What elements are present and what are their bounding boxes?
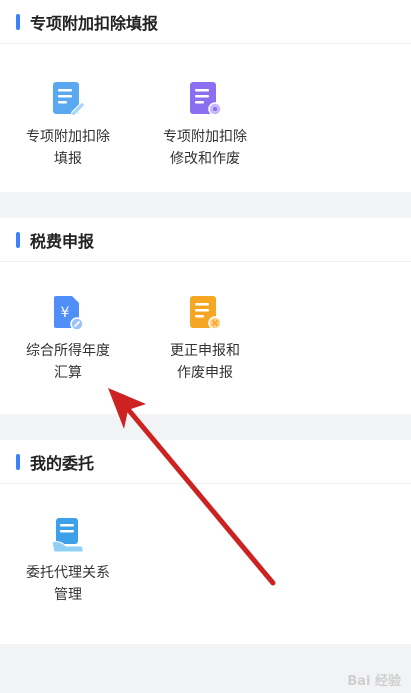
item-label-line1: 更正申报和	[170, 343, 240, 359]
special-deduction-fill-button[interactable]: 专项附加扣除 填报	[3, 80, 133, 170]
yuan-document-icon: ¥	[54, 296, 84, 331]
section-title: 专项附加扣除填报	[30, 13, 159, 33]
section-special-deduction: 专项附加扣除填报 专项附加扣除 填报 专项附加扣除 修改和作废	[0, 0, 411, 192]
section-accent-bar	[16, 13, 20, 30]
document-cancel-icon	[190, 296, 222, 330]
item-label-line1: 综合所得年度	[26, 343, 110, 359]
item-label-line2: 填报	[54, 151, 82, 167]
svg-text:¥: ¥	[61, 305, 70, 321]
item-label-line1: 专项附加扣除	[26, 129, 110, 145]
section-header: 专项附加扣除填报	[0, 0, 411, 44]
agency-relation-management-button[interactable]: 委托代理关系 管理	[3, 516, 133, 606]
item-label-line1: 委托代理关系	[26, 565, 110, 581]
section-tax-declaration: 税费申报 ¥ 综合所得年度 汇算 更正申报和 作废申报	[0, 218, 411, 414]
item-label-line2: 作废申报	[177, 365, 233, 381]
item-label-line1: 专项附加扣除	[163, 129, 247, 145]
document-settings-icon	[190, 82, 222, 116]
section-header: 我的委托	[0, 440, 411, 484]
correct-void-declaration-button[interactable]: 更正申报和 作废申报	[140, 294, 270, 384]
special-deduction-modify-button[interactable]: 专项附加扣除 修改和作废	[140, 80, 270, 170]
section-title: 税费申报	[30, 231, 95, 251]
item-label-line2: 管理	[54, 587, 82, 603]
item-label-line2: 汇算	[54, 365, 82, 381]
watermark: Bai 经验	[347, 674, 401, 689]
document-hand-icon	[51, 518, 84, 553]
section-accent-bar	[16, 453, 20, 470]
annual-settlement-button[interactable]: ¥ 综合所得年度 汇算	[3, 294, 133, 384]
section-accent-bar	[16, 231, 20, 248]
section-my-entrustment: 我的委托 委托代理关系 管理	[0, 440, 411, 644]
document-edit-icon	[53, 82, 86, 117]
section-header: 税费申报	[0, 218, 411, 262]
section-title: 我的委托	[30, 453, 95, 473]
item-label-line2: 修改和作废	[170, 151, 240, 167]
